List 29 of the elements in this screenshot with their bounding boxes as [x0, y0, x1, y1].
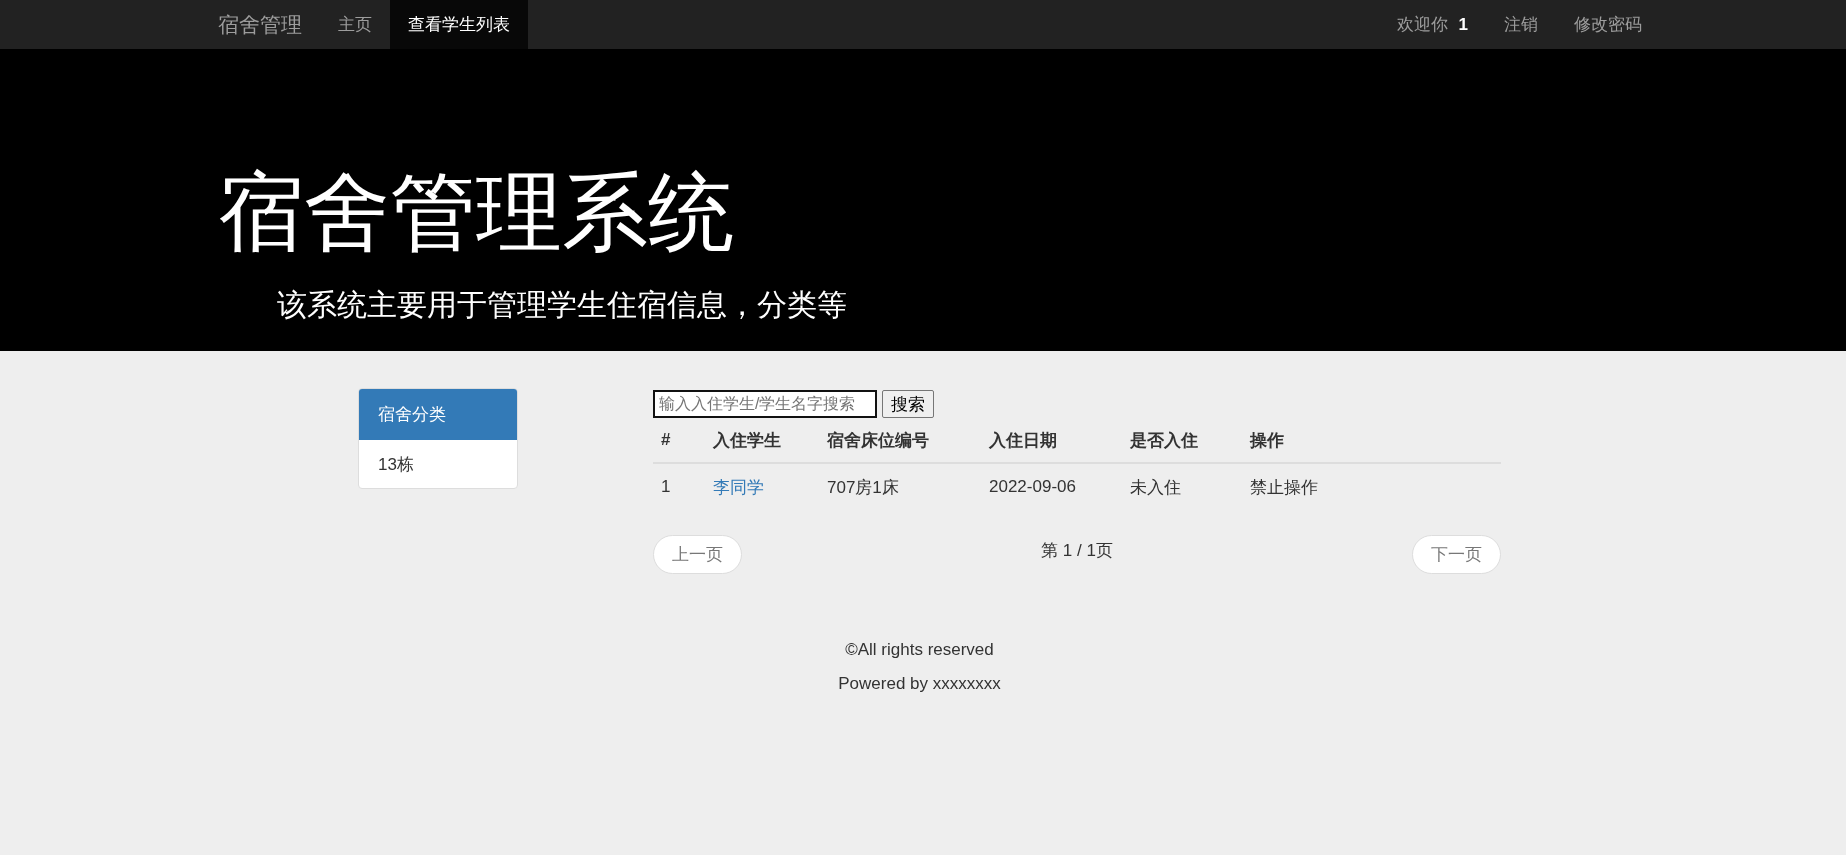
category-item[interactable]: 13栋: [359, 440, 517, 488]
search-button[interactable]: 搜索: [882, 390, 934, 418]
next-page-button[interactable]: 下一页: [1412, 535, 1501, 574]
column-header: 入住日期: [981, 418, 1122, 463]
brand-title[interactable]: 宿舍管理: [218, 0, 302, 49]
nav-tab[interactable]: 主页: [320, 0, 390, 49]
student-link[interactable]: 李同学: [713, 477, 764, 497]
nav-link[interactable]: 修改密码: [1574, 13, 1642, 36]
footer-text: ©All rights reserved: [845, 640, 994, 660]
previous-page-button[interactable]: 上一页: [653, 535, 742, 574]
column-header: 是否入住: [1122, 418, 1242, 463]
column-header: #: [653, 418, 705, 463]
nav-link[interactable]: 注销: [1504, 13, 1538, 36]
page-subtitle: 该系统主要用于管理学生住宿信息，分类等: [277, 287, 848, 323]
page-title: 宿舍管理系统: [218, 169, 735, 255]
column-header: 宿舍床位编号: [819, 418, 981, 463]
search-field[interactable]: 输入入住学生/学生名字搜索: [653, 390, 877, 418]
page-status: 第 1 / 1页: [1041, 540, 1113, 562]
table-cell: 2022-09-06: [981, 463, 1122, 510]
footer-text: Powered by xxxxxxxx: [838, 674, 1001, 694]
table-cell: 707房1床: [819, 463, 981, 510]
nav-tab[interactable]: 查看学生列表: [390, 0, 528, 49]
panel-heading: 宿舍分类: [359, 389, 517, 440]
column-header: 入住学生: [705, 418, 819, 463]
table-cell: 禁止操作: [1242, 463, 1501, 510]
table-cell: 1: [653, 463, 705, 510]
column-header: 操作: [1242, 418, 1501, 463]
welcome-text: 欢迎你 1: [1396, 14, 1468, 36]
table-cell: 未入住: [1122, 463, 1242, 510]
